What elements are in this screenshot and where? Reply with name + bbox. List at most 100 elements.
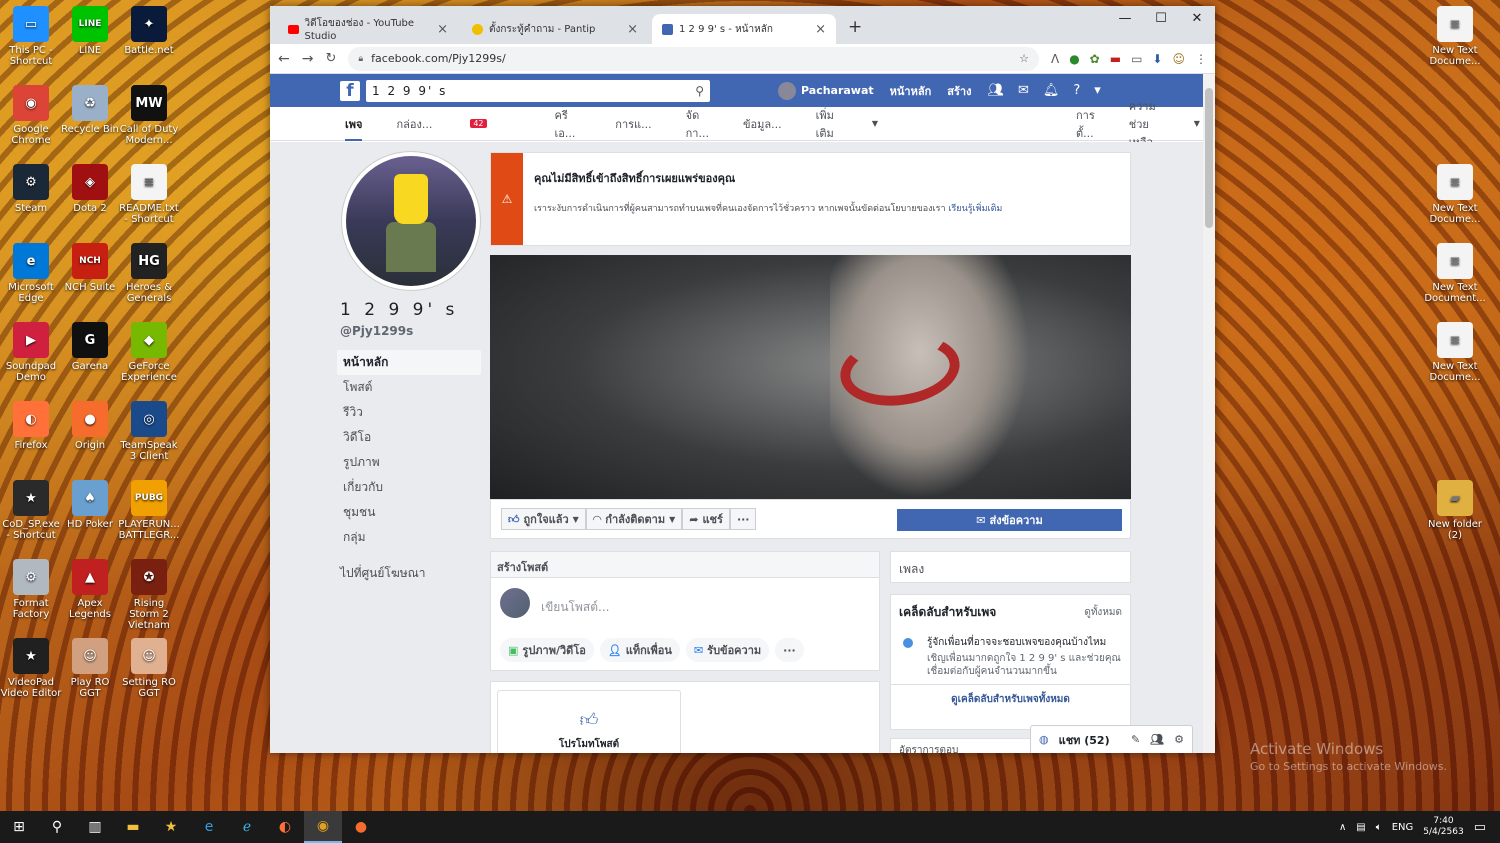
side-menu-item[interactable]: เกี่ยวกับ	[337, 475, 481, 500]
windows-start-icon[interactable]: ⊞	[0, 811, 38, 843]
side-menu-item[interactable]: วิดีโอ	[337, 425, 481, 450]
tab-youtube-studio[interactable]: วิดีโอของช่อง - YouTube Studio ×	[278, 14, 458, 44]
desktop-icon[interactable]: ★ CoD_SP.exe - Shortcut	[0, 480, 62, 541]
scrollbar-thumb[interactable]	[1205, 88, 1213, 228]
subnav-settings[interactable]: การตั้...	[1076, 106, 1095, 142]
reload-icon[interactable]: ↻	[325, 51, 336, 66]
url-input[interactable]: 🔒︎ facebook.com/Pjy1299s/ ☆	[348, 46, 1039, 71]
desktop-icon[interactable]: ▭ This PC - Shortcut	[0, 6, 62, 67]
desktop-icon[interactable]: ● Origin	[59, 401, 121, 451]
side-menu-item[interactable]: โพสต์	[337, 375, 481, 400]
desktop-icon[interactable]: ≡ README.txt - Shortcut	[118, 164, 180, 225]
subnav-page[interactable]: เพจ	[345, 115, 363, 141]
desktop-icon[interactable]: LINE LINE	[59, 6, 121, 56]
desktop-icon[interactable]: ≡ New Text Docume...	[1424, 322, 1486, 383]
side-menu-item[interactable]: หน้าหลัก	[337, 350, 481, 375]
subnav-inbox[interactable]: กล่อง... 42	[396, 115, 520, 133]
desktop-icon[interactable]: ≡ New Text Document...	[1424, 243, 1486, 304]
notifications-bell-icon[interactable]: 🔔︎	[1043, 83, 1060, 98]
page-handle[interactable]: @Pjy1299s	[340, 324, 413, 338]
close-icon[interactable]: ×	[437, 22, 448, 37]
menu-dots-icon[interactable]: ⋮	[1195, 52, 1207, 66]
close-icon[interactable]: ×	[627, 22, 638, 37]
subnav-more[interactable]: เพิ่มเติม ▼	[816, 106, 912, 142]
chrome-icon[interactable]: ◉	[304, 811, 342, 843]
ad-center-link[interactable]: ไปที่ศูนย์โฆษณา	[340, 564, 426, 583]
subnav-manage[interactable]: การแ...	[615, 115, 651, 133]
desktop-icon[interactable]: HG Heroes & Generals	[118, 243, 180, 304]
page-profile-picture[interactable]	[342, 152, 480, 290]
tip-item[interactable]: รู้จักเพื่อนที่อาจจะชอบเพจของคุณบ้างไหม …	[891, 630, 1130, 684]
volume-icon[interactable]: 🔈︎	[1376, 822, 1382, 833]
learn-more-link[interactable]: เรียนรู้เพิ่มเติม	[948, 204, 1002, 214]
origin-icon[interactable]: ●	[342, 811, 380, 843]
help-icon[interactable]: ?	[1073, 83, 1080, 98]
desktop-icon[interactable]: ◐ Firefox	[0, 401, 62, 451]
desktop-icon[interactable]: ☺ Play RO GGT	[59, 638, 121, 699]
desktop-icon[interactable]: ⚙ Format Factory	[0, 559, 62, 620]
desktop-icon[interactable]: ♻ Recycle Bin	[59, 85, 121, 135]
desktop-icon[interactable]: ▰ New folder (2)	[1424, 480, 1486, 541]
minimize-icon[interactable]: —	[1107, 6, 1143, 30]
desktop-icon[interactable]: ✪ Rising Storm 2 Vietnam	[118, 559, 180, 631]
back-icon[interactable]: ←	[278, 51, 290, 67]
composer-more-button[interactable]: ···	[775, 638, 804, 662]
forward-icon[interactable]: →	[302, 51, 314, 67]
firefox-icon[interactable]: ◐	[266, 811, 304, 843]
search-icon[interactable]: ⚲	[695, 84, 704, 98]
chat-bar[interactable]: ◍ แชท (52) ✎ 👥︎ ⚙	[1030, 725, 1193, 753]
videopad-icon[interactable]: ★	[152, 811, 190, 843]
extension-icon[interactable]: ✿	[1090, 52, 1100, 66]
page-scrollbar[interactable]	[1203, 74, 1215, 753]
messenger-icon[interactable]: ✉	[1018, 83, 1029, 98]
desktop-icon[interactable]: ◈ Dota 2	[59, 164, 121, 214]
search-input[interactable]: 1 2 9 9' s ⚲	[366, 79, 710, 102]
desktop-icon[interactable]: ⚙ Steam	[0, 164, 62, 214]
desktop-icon[interactable]: ≡ New Text Docume...	[1424, 6, 1486, 67]
group-icon[interactable]: 👥︎	[1150, 733, 1164, 746]
desktop-icon[interactable]: ▲ Apex Legends	[59, 559, 121, 620]
desktop-icon[interactable]: ★ VideoPad Video Editor	[0, 638, 62, 699]
profile-avatar-icon[interactable]: ☺	[1172, 52, 1185, 66]
desktop-icon[interactable]: NCH NCH Suite	[59, 243, 121, 293]
extension-icon[interactable]: ▭	[1131, 52, 1142, 66]
chevron-down-icon[interactable]: ▾	[1094, 83, 1101, 98]
subnav-insights[interactable]: ข้อมูล...	[743, 115, 782, 133]
desktop-icon[interactable]: ▶ Soundpad Demo	[0, 322, 62, 383]
post-input[interactable]: เขียนโพสต์...	[541, 598, 609, 617]
notifications-icon[interactable]: ▭	[1474, 820, 1486, 835]
search-icon[interactable]: ⚲	[38, 811, 76, 843]
share-button[interactable]: ➦ แชร์	[682, 508, 730, 530]
desktop-icon[interactable]: MW Call of Duty Modern...	[118, 85, 180, 146]
desktop-icon[interactable]: G Garena	[59, 322, 121, 372]
new-tab-button[interactable]: +	[848, 17, 862, 37]
get-messages-button[interactable]: ✉ รับข้อความ	[685, 638, 770, 662]
facebook-logo-icon[interactable]: f	[340, 80, 360, 101]
extension-icon[interactable]: ●	[1069, 52, 1079, 66]
subnav-creator[interactable]: ครีเอ...	[555, 106, 582, 142]
desktop-icon[interactable]: ≡ New Text Docume...	[1424, 164, 1486, 225]
close-window-icon[interactable]: ✕	[1179, 6, 1215, 30]
file-explorer-icon[interactable]: ▬	[114, 811, 152, 843]
send-message-button[interactable]: ✉ ส่งข้อความ	[897, 509, 1122, 531]
side-menu-item[interactable]: รีวิว	[337, 400, 481, 425]
tab-pantip[interactable]: ตั้งกระทู้คำถาม - Pantip ×	[462, 14, 648, 44]
close-icon[interactable]: ×	[815, 22, 826, 37]
promote-post-card[interactable]: 👍︎ โปรโมทโพสต์	[497, 690, 681, 753]
side-menu-item[interactable]: รูปภาพ	[337, 450, 481, 475]
gear-icon[interactable]: ⚙	[1174, 733, 1184, 746]
desktop-icon[interactable]: ◉ Google Chrome	[0, 85, 62, 146]
more-options-button[interactable]: ···	[729, 508, 757, 530]
bookmark-star-icon[interactable]: ☆	[1019, 52, 1029, 65]
desktop-icon[interactable]: ◆ GeForce Experience	[118, 322, 180, 383]
all-tips-link[interactable]: ดูเคล็ดลับสำหรับเพจทั้งหมด	[891, 684, 1130, 714]
side-menu-item[interactable]: กลุ่ม	[337, 525, 481, 550]
clock[interactable]: 7:40 5/4/2563	[1423, 816, 1463, 838]
download-icon[interactable]: ⬇	[1152, 52, 1162, 66]
tag-friends-button[interactable]: 👤︎ แท็กเพื่อน	[599, 638, 680, 662]
cover-photo[interactable]	[490, 255, 1131, 499]
side-menu-item[interactable]: ชุมชน	[337, 500, 481, 525]
create-link[interactable]: สร้าง	[947, 82, 971, 100]
desktop-icon[interactable]: ◎ TeamSpeak 3 Client	[118, 401, 180, 462]
desktop-icon[interactable]: PUBG PLAYERUN... BATTLEGR...	[118, 480, 180, 541]
